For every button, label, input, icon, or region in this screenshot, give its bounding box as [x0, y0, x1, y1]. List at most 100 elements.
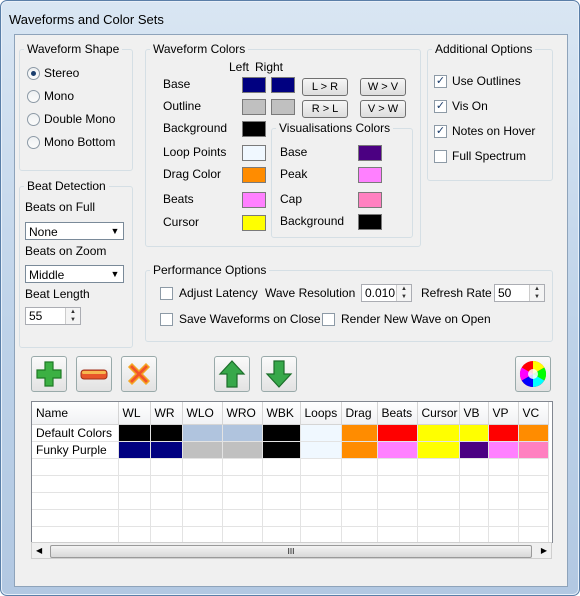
outline-left-swatch[interactable] — [242, 99, 266, 115]
background-swatch[interactable] — [242, 121, 266, 137]
drag-color-swatch[interactable] — [242, 167, 266, 183]
refresh-rate-spinner[interactable]: 50 ▲ ▼ — [494, 284, 545, 302]
empty-cell — [518, 509, 549, 527]
outline-right-swatch[interactable] — [271, 99, 295, 115]
color-cell[interactable] — [182, 424, 223, 442]
color-cell[interactable] — [118, 424, 151, 442]
color-cell[interactable] — [222, 424, 263, 442]
color-cell[interactable] — [222, 441, 263, 459]
scroll-right-icon[interactable]: ▶ — [541, 546, 547, 555]
color-cell[interactable] — [341, 441, 378, 459]
loop-points-label: Loop Points — [163, 145, 227, 159]
empty-cell — [222, 458, 263, 476]
scroll-left-icon[interactable]: ◀ — [36, 546, 42, 555]
column-header[interactable]: Drag — [341, 402, 378, 425]
row-name-cell[interactable]: Funky Purple — [32, 441, 119, 459]
color-cell[interactable] — [377, 441, 418, 459]
column-header[interactable]: WLO — [182, 402, 223, 425]
copy-left-to-right-button[interactable]: L > R — [302, 78, 348, 96]
beat-length-label: Beat Length — [25, 287, 90, 301]
waveform-shape-radio[interactable] — [27, 113, 40, 126]
color-cell[interactable] — [518, 441, 549, 459]
color-cell[interactable] — [150, 424, 183, 442]
move-down-button[interactable] — [261, 356, 297, 392]
empty-cell — [417, 475, 460, 493]
color-cell[interactable] — [150, 441, 183, 459]
column-header[interactable]: VC — [518, 402, 549, 425]
waveform-shape-radio[interactable] — [27, 67, 40, 80]
row-name-cell[interactable]: Default Colors — [32, 424, 119, 442]
color-cell[interactable] — [488, 441, 519, 459]
base-right-swatch[interactable] — [271, 77, 295, 93]
beats-on-zoom-select[interactable]: Middle ▼ — [25, 265, 124, 283]
table-row[interactable]: Funky Purple — [32, 441, 549, 459]
chevron-down-icon: ▼ — [110, 269, 120, 279]
copy-right-to-left-button[interactable]: R > L — [302, 100, 348, 118]
spinner-arrows-icon[interactable]: ▲ ▼ — [65, 308, 80, 324]
beats-on-full-label: Beats on Full — [25, 200, 96, 214]
beats-on-full-select[interactable]: None ▼ — [25, 222, 124, 240]
adjust-latency-label: Adjust Latency — [179, 286, 258, 300]
column-header[interactable]: VB — [459, 402, 489, 425]
color-cell[interactable] — [417, 441, 460, 459]
column-header[interactable]: WRO — [222, 402, 263, 425]
cursor-swatch[interactable] — [242, 215, 266, 231]
vis-background-swatch[interactable] — [358, 214, 382, 230]
vis-cap-swatch[interactable] — [358, 192, 382, 208]
column-header[interactable]: Cursor — [417, 402, 460, 425]
additional-option-checkbox[interactable]: ✓ — [434, 100, 447, 113]
color-cell[interactable] — [459, 441, 489, 459]
vis-base-swatch[interactable] — [358, 145, 382, 161]
color-cell[interactable] — [417, 424, 460, 442]
wave-resolution-spinner[interactable]: 0.010 ▲ ▼ — [361, 284, 412, 302]
color-cell[interactable] — [488, 424, 519, 442]
copy-vis-to-waveform-button[interactable]: V > W — [360, 100, 406, 118]
color-cell[interactable] — [518, 424, 549, 442]
delete-set-button[interactable] — [121, 356, 157, 392]
column-header[interactable]: Beats — [377, 402, 418, 425]
column-header[interactable]: WR — [150, 402, 183, 425]
empty-cell — [182, 509, 223, 527]
add-set-button[interactable] — [31, 356, 67, 392]
scroll-thumb[interactable]: III — [50, 545, 532, 558]
copy-waveform-to-vis-button[interactable]: W > V — [360, 78, 406, 96]
remove-set-button[interactable] — [76, 356, 112, 392]
spinner-arrows-icon[interactable]: ▲ ▼ — [529, 285, 544, 301]
table-row[interactable]: Default Colors — [32, 424, 549, 442]
color-cell[interactable] — [118, 441, 151, 459]
render-new-wave-checkbox[interactable] — [322, 313, 335, 326]
color-wheel-button[interactable] — [515, 356, 551, 392]
loop-points-swatch[interactable] — [242, 145, 266, 161]
column-header[interactable]: Loops — [300, 402, 342, 425]
column-header[interactable]: WBK — [262, 402, 301, 425]
color-cell[interactable] — [377, 424, 418, 442]
color-cell[interactable] — [300, 441, 342, 459]
empty-row — [32, 509, 549, 527]
color-cell[interactable] — [459, 424, 489, 442]
column-header[interactable]: Name — [32, 402, 119, 425]
empty-cell — [262, 492, 301, 510]
spinner-arrows-icon[interactable]: ▲ ▼ — [396, 285, 411, 301]
color-wheel-icon — [519, 360, 547, 388]
color-cell[interactable] — [262, 441, 301, 459]
horizontal-scrollbar[interactable]: ◀ III ▶ — [31, 542, 552, 559]
vis-peak-swatch[interactable] — [358, 167, 382, 183]
waveform-shape-radio[interactable] — [27, 90, 40, 103]
column-header[interactable]: WL — [118, 402, 151, 425]
move-up-button[interactable] — [214, 356, 250, 392]
beats-swatch[interactable] — [242, 192, 266, 208]
column-header[interactable]: VP — [488, 402, 519, 425]
additional-option-checkbox[interactable]: ✓ — [434, 75, 447, 88]
color-cell[interactable] — [182, 441, 223, 459]
color-cell[interactable] — [300, 424, 342, 442]
additional-option-checkbox[interactable]: ✓ — [434, 125, 447, 138]
adjust-latency-checkbox[interactable] — [160, 287, 173, 300]
color-cell[interactable] — [341, 424, 378, 442]
additional-option-checkbox[interactable] — [434, 150, 447, 163]
color-cell[interactable] — [262, 424, 301, 442]
waveform-shape-radio[interactable] — [27, 136, 40, 149]
save-waveforms-checkbox[interactable] — [160, 313, 173, 326]
additional-option-label: Use Outlines — [452, 74, 521, 88]
beat-length-spinner[interactable]: 55 ▲ ▼ — [25, 307, 81, 325]
base-left-swatch[interactable] — [242, 77, 266, 93]
